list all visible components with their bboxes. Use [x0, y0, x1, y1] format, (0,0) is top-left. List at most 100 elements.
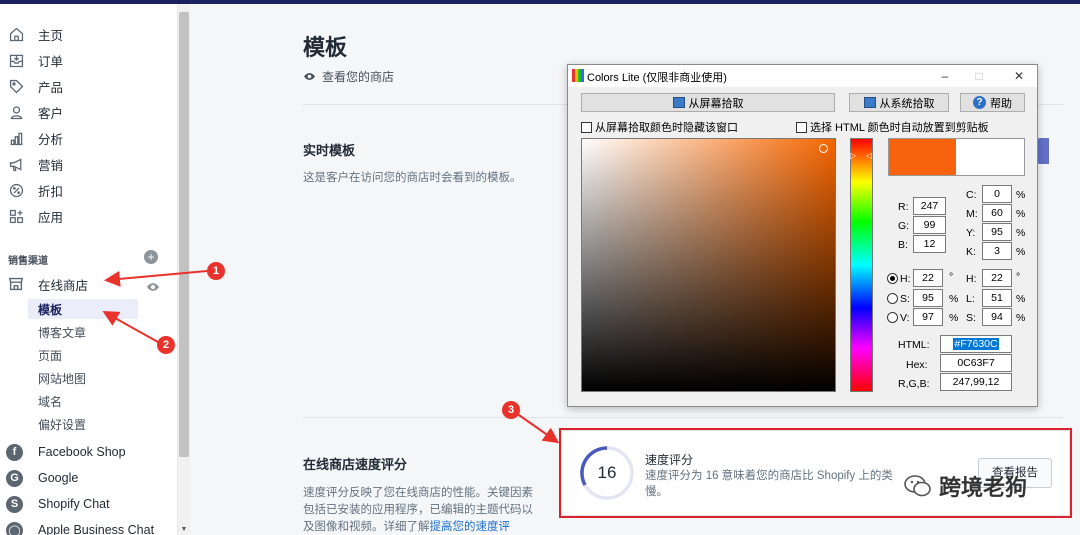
window-titlebar[interactable]: Colors Lite (仅限非商业使用) – □ ✕	[568, 65, 1037, 87]
sidebar-subitem-themes[interactable]: 模板	[28, 299, 138, 319]
view-store-eye-icon[interactable]	[146, 279, 160, 297]
saturation-value-picker[interactable]	[581, 138, 836, 392]
tag-icon	[6, 76, 26, 96]
sidebar-subitem-pages[interactable]: 页面	[38, 345, 62, 365]
sales-channels-heading: 销售渠道	[8, 256, 48, 267]
sidebar-item-products[interactable]: 产品	[6, 74, 174, 98]
channel-facebook-shop[interactable]: f Facebook Shop	[6, 440, 126, 464]
sidebar-subitem-navigation[interactable]: 网站地图	[38, 368, 86, 388]
b-field[interactable]: 12	[913, 235, 946, 253]
watermark-text: 跨境老狗	[939, 475, 1028, 500]
r-field[interactable]: 247	[913, 197, 946, 215]
screen-icon	[672, 97, 685, 108]
sidebar-item-label: 分析	[38, 132, 64, 147]
hsv-h-radio[interactable]	[887, 273, 898, 284]
sidebar-item-online-store[interactable]: 在线商店	[6, 273, 88, 295]
hsv-v-field[interactable]: 97	[913, 308, 943, 326]
hide-window-checkbox[interactable]: 从屏幕拾取颜色时隐藏该窗口	[581, 119, 738, 135]
colors-lite-window: Colors Lite (仅限非商业使用) – □ ✕ 从屏幕拾取 从系统拾取 …	[567, 64, 1038, 407]
hsl-h-unit: °	[1016, 271, 1021, 283]
sidebar-item-label: 折扣	[38, 184, 64, 199]
hsl-h-field[interactable]: 22	[982, 269, 1012, 287]
html-label: HTML:	[898, 339, 930, 351]
c-field[interactable]: 0	[982, 185, 1012, 203]
hue-marker-left-icon[interactable]: ▷	[850, 151, 856, 160]
channel-shopify-chat[interactable]: S Shopify Chat	[6, 492, 110, 516]
pick-from-screen-button[interactable]: 从屏幕拾取	[581, 93, 835, 112]
annotation-badge-3: 3	[502, 401, 520, 419]
hue-slider[interactable]	[850, 138, 873, 392]
palette-icon	[863, 97, 876, 108]
pick-from-system-button[interactable]: 从系统拾取	[849, 93, 949, 112]
hsv-v-label: V:	[900, 312, 910, 324]
theme-action-button[interactable]	[1037, 138, 1049, 164]
sidebar-item-label: 营销	[38, 158, 64, 173]
sidebar-subitem-domains[interactable]: 域名	[38, 391, 62, 411]
sidebar-scroll-thumb[interactable]	[179, 12, 189, 457]
k-field[interactable]: 3	[982, 242, 1012, 260]
google-icon: G	[6, 469, 23, 487]
sidebar-subitem-blog-posts[interactable]: 博客文章	[38, 322, 86, 342]
wechat-icon	[904, 475, 931, 497]
hsv-h-label: H:	[900, 273, 911, 285]
sidebar-item-discounts[interactable]: 折扣	[6, 178, 174, 202]
page-title: 模板	[303, 35, 348, 60]
orders-icon	[6, 50, 26, 70]
hsv-h-field[interactable]: 22	[913, 269, 943, 287]
channel-apple-business-chat[interactable]: ◯ Apple Business Chat	[6, 518, 154, 535]
g-field[interactable]: 99	[913, 216, 946, 234]
apps-icon	[6, 206, 26, 226]
apple-business-chat-icon: ◯	[6, 521, 23, 535]
channel-google[interactable]: G Google	[6, 466, 78, 490]
view-store-label: 查看您的商店	[322, 70, 395, 84]
html-field[interactable]: #F7630C	[940, 335, 1012, 353]
hsv-s-field[interactable]: 95	[913, 289, 943, 307]
hsv-s-label: S:	[900, 293, 910, 305]
live-theme-description: 这是客户在访问您的商店时会看到的模板。	[303, 172, 522, 184]
sidebar: 主页 订单 产品 客户 分析 营销 折扣 应用 销售渠道 + 在线商店 模板 博…	[0, 4, 178, 535]
improve-speed-link[interactable]: 提高您的速度评	[430, 521, 511, 533]
sidebar-item-analytics[interactable]: 分析	[6, 126, 174, 150]
channel-label: Google	[38, 471, 79, 485]
hsv-s-radio[interactable]	[887, 293, 898, 304]
speed-score-heading: 在线商店速度评分	[303, 457, 408, 472]
hsl-s-field[interactable]: 94	[982, 308, 1012, 326]
hue-marker-right-icon[interactable]: ◁	[866, 151, 872, 160]
auto-clipboard-checkbox[interactable]: 选择 HTML 颜色时自动放置到剪贴板	[796, 119, 989, 135]
scroll-down-arrow-icon[interactable]: ▼	[178, 524, 190, 535]
sidebar-item-home[interactable]: 主页	[6, 22, 174, 46]
maximize-icon: □	[975, 69, 983, 83]
g-label: G:	[898, 220, 910, 232]
shopify-chat-icon: S	[6, 495, 23, 513]
y-field[interactable]: 95	[982, 223, 1012, 241]
sidebar-subitem-preferences[interactable]: 偏好设置	[38, 414, 86, 434]
c-label: C:	[966, 189, 977, 201]
rgb-field[interactable]: 247,99,12	[940, 373, 1012, 391]
sidebar-item-orders[interactable]: 订单	[6, 48, 174, 72]
help-icon: ?	[973, 96, 986, 109]
sidebar-item-customers[interactable]: 客户	[6, 100, 174, 124]
old-color-swatch	[956, 138, 1025, 176]
hsl-h-label: H:	[966, 273, 977, 285]
view-store-link[interactable]: 查看您的商店	[303, 68, 394, 85]
hsv-v-radio[interactable]	[887, 312, 898, 323]
hex-field[interactable]: 0C63F7	[940, 354, 1012, 372]
minimize-icon[interactable]: –	[931, 67, 959, 85]
annotation-badge-2: 2	[157, 336, 175, 354]
k-label: K:	[966, 246, 976, 258]
auto-clipboard-label: 选择 HTML 颜色时自动放置到剪贴板	[810, 122, 989, 134]
m-field[interactable]: 60	[982, 204, 1012, 222]
add-channel-plus-icon[interactable]: +	[144, 250, 158, 264]
help-label: 帮助	[990, 97, 1012, 110]
help-button[interactable]: ? 帮助	[960, 93, 1025, 112]
color-picker-cursor[interactable]	[819, 144, 828, 153]
hsl-l-label: L:	[966, 293, 975, 305]
hsl-l-field[interactable]: 51	[982, 289, 1012, 307]
sidebar-item-apps[interactable]: 应用	[6, 204, 174, 228]
close-icon[interactable]: ✕	[1005, 67, 1033, 85]
sidebar-item-marketing[interactable]: 营销	[6, 152, 174, 176]
new-color-swatch	[888, 138, 956, 176]
eye-icon	[304, 73, 315, 80]
online-store-label: 在线商店	[38, 278, 89, 293]
watermark: 跨境老狗	[903, 470, 1027, 502]
